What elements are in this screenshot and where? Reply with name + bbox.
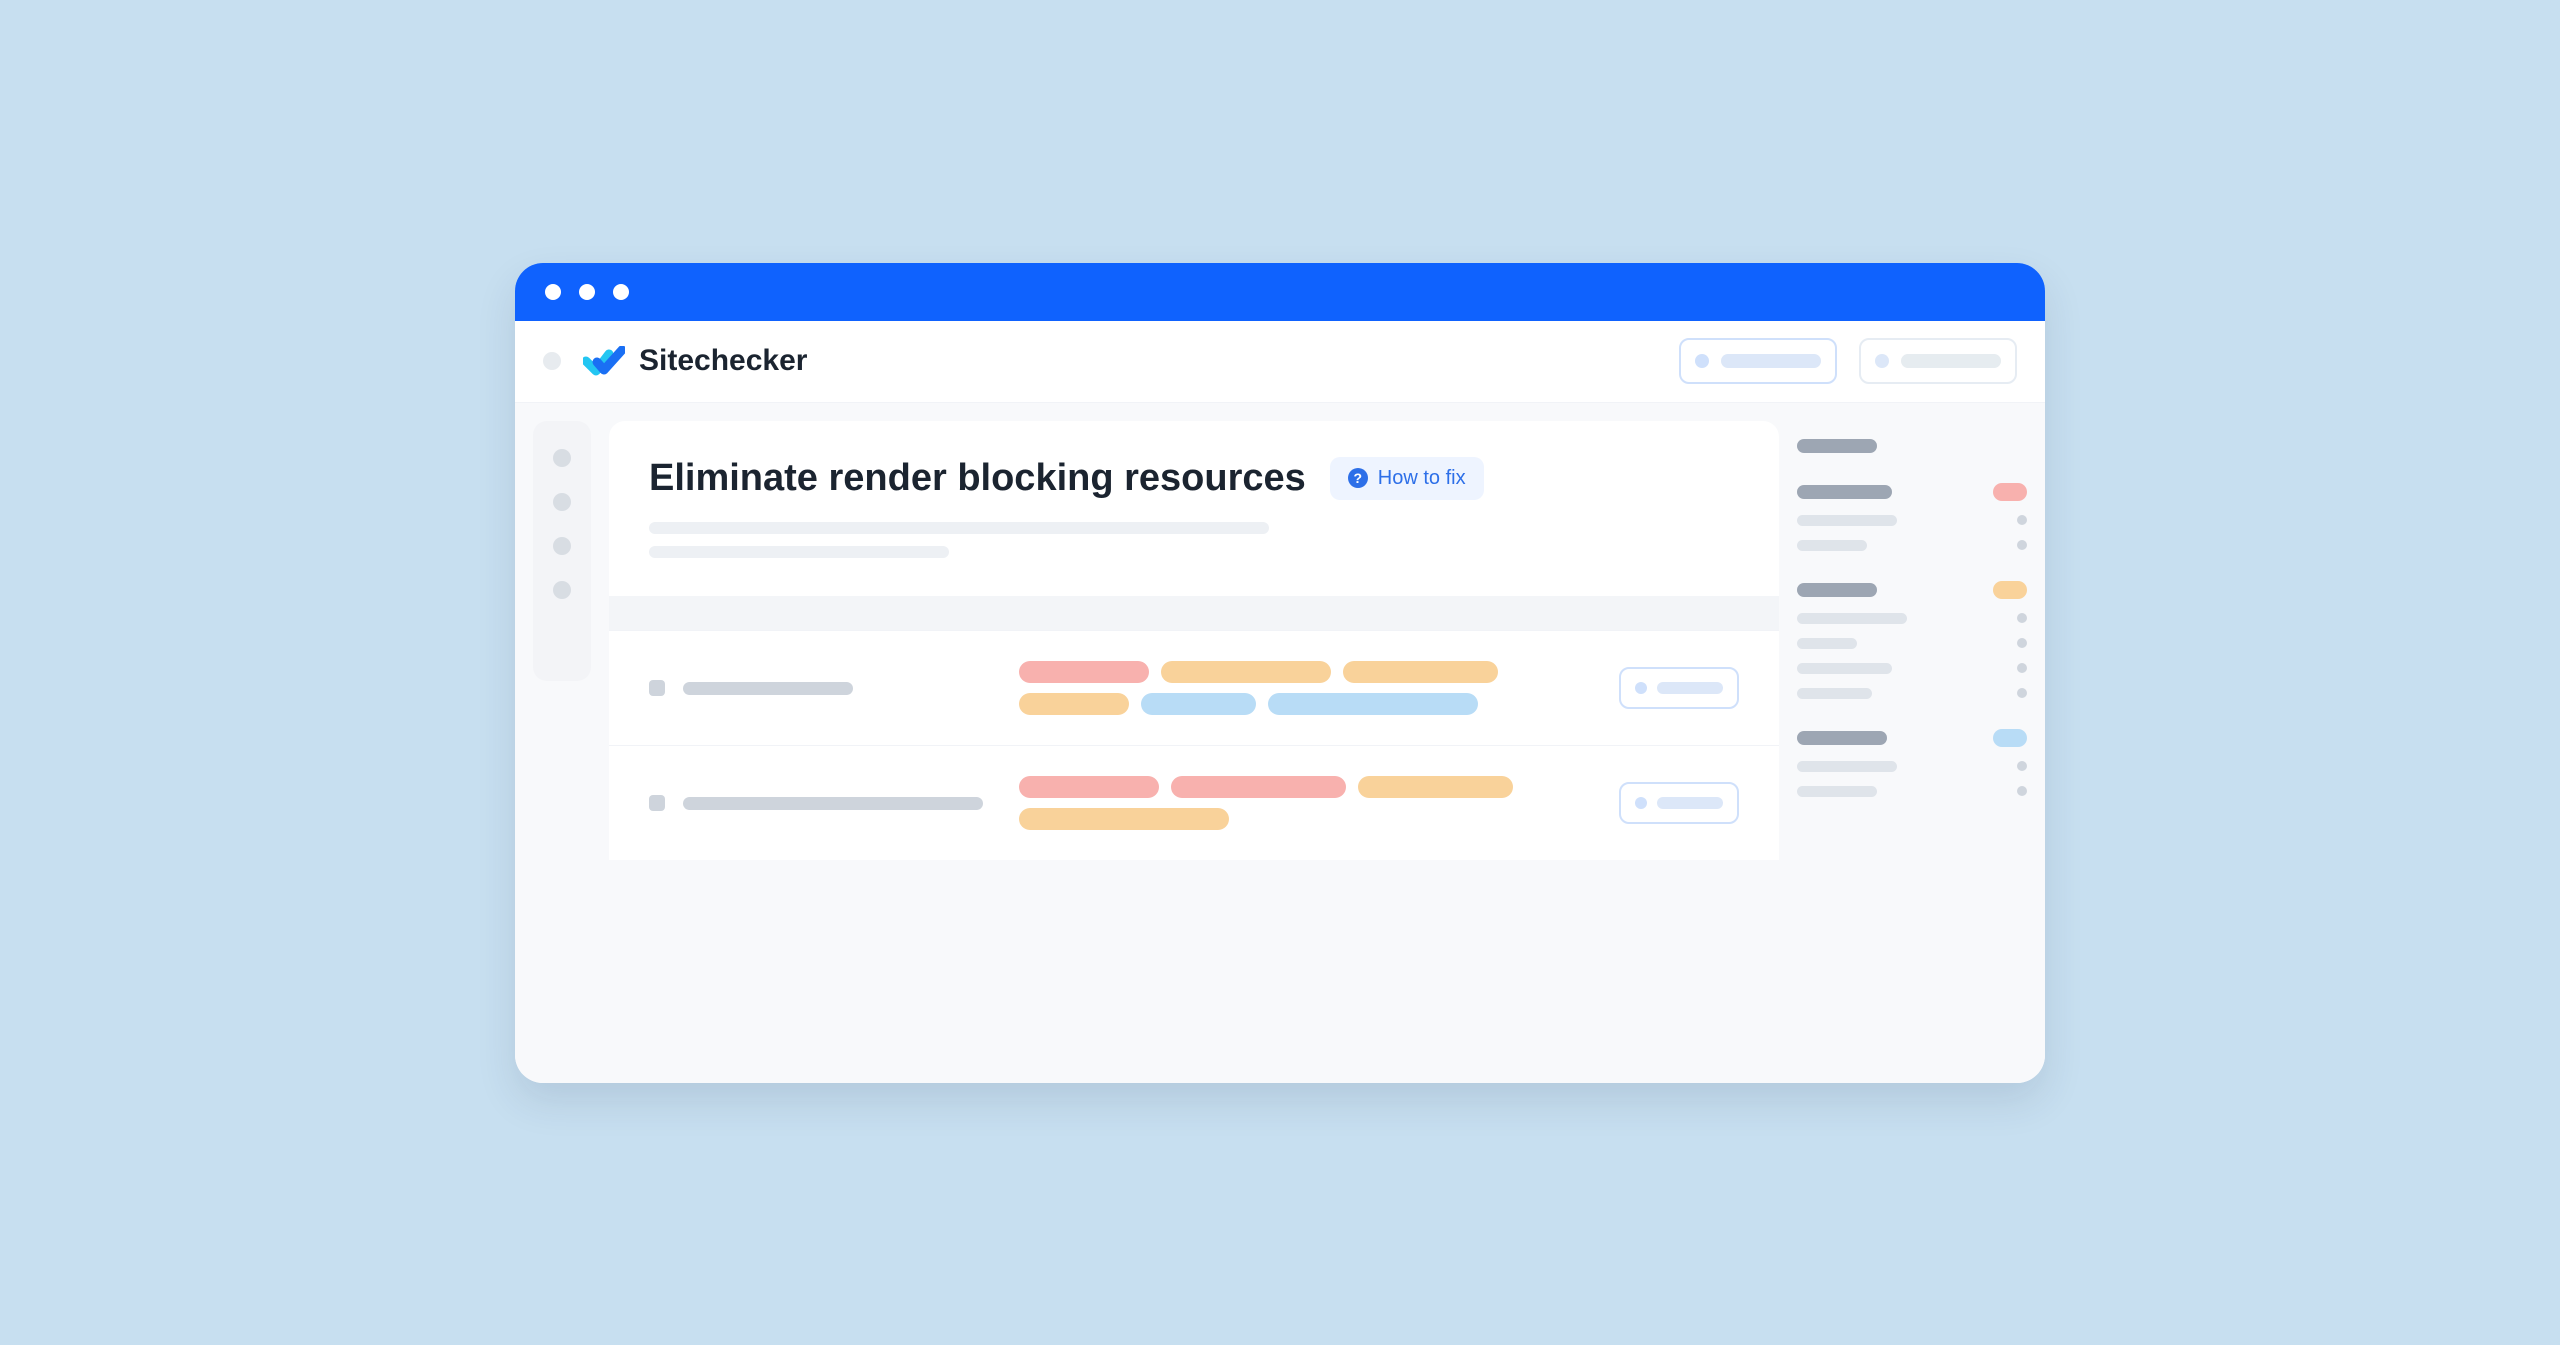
tag [1171,776,1346,798]
bullet-icon [649,795,665,811]
sidebar-item[interactable] [1797,761,2027,772]
row-action-button[interactable] [1619,782,1739,824]
left-nav-rail [533,421,591,681]
tag [1019,808,1229,830]
how-to-fix-label: How to fix [1378,467,1466,490]
toolbar-action-primary[interactable] [1679,338,1837,384]
resource-row [609,630,1779,745]
resource-row [609,745,1779,860]
sidebar-heading [1797,439,1877,453]
resource-tags [1019,661,1589,715]
nav-item[interactable] [553,449,571,467]
placeholder-icon [1635,682,1647,694]
status-pill-red [1993,483,2027,501]
placeholder-bar [683,797,983,810]
sidebar-group [1797,439,2027,453]
tag [1141,693,1256,715]
tag [1358,776,1513,798]
tag [1019,693,1129,715]
app-window: Sitechecker Eliminate render blocking re… [515,263,2045,1083]
sidebar-item[interactable] [1797,688,2027,699]
placeholder-bar [683,682,853,695]
resource-tags [1019,776,1589,830]
status-pill-blue [1993,729,2027,747]
window-titlebar [515,263,2045,321]
app-logo[interactable]: Sitechecker [583,344,807,378]
section-divider [609,596,1779,630]
toolbar-action-secondary[interactable] [1859,338,2017,384]
sidebar-heading [1797,731,1887,745]
placeholder-bar [1901,354,2001,368]
sidebar-group [1797,729,2027,797]
bullet-icon [649,680,665,696]
nav-item[interactable] [553,537,571,555]
placeholder-bar [1721,354,1821,368]
placeholder-icon [1635,797,1647,809]
help-icon: ? [1348,468,1368,488]
issue-card: Eliminate render blocking resources ? Ho… [609,421,1779,597]
app-toolbar: Sitechecker [515,321,2045,403]
resource-label [649,680,989,696]
tag [1268,693,1478,715]
tag [1019,776,1159,798]
sidebar-item[interactable] [1797,663,2027,674]
sidebar-group [1797,581,2027,699]
main-content: Eliminate render blocking resources ? Ho… [609,421,1779,1083]
sidebar-item[interactable] [1797,786,2027,797]
window-control-dot[interactable] [613,284,629,300]
window-control-dot[interactable] [579,284,595,300]
window-control-dot[interactable] [545,284,561,300]
resource-label [649,795,989,811]
placeholder-bar [1657,797,1723,809]
sidebar-heading [1797,583,1877,597]
tag [1161,661,1331,683]
tag [1019,661,1149,683]
nav-item[interactable] [553,493,571,511]
app-body: Eliminate render blocking resources ? Ho… [515,403,2045,1083]
tag [1343,661,1498,683]
sidebar-item[interactable] [1797,613,2027,624]
status-pill-orange [1993,581,2027,599]
how-to-fix-button[interactable]: ? How to fix [1330,457,1484,500]
placeholder-bar [1657,682,1723,694]
sidebar-group [1797,483,2027,551]
app-name: Sitechecker [639,344,807,378]
placeholder-icon [1695,354,1709,368]
description-placeholder [649,522,1739,558]
sidebar-item[interactable] [1797,515,2027,526]
sidebar-item[interactable] [1797,540,2027,551]
sidebar-item[interactable] [1797,638,2027,649]
placeholder-icon [1875,354,1889,368]
row-action-button[interactable] [1619,667,1739,709]
nav-item[interactable] [553,581,571,599]
toolbar-menu-dot[interactable] [543,352,561,370]
right-sidebar [1797,421,2027,1083]
issue-title: Eliminate render blocking resources [649,457,1306,501]
logo-check-icon [583,346,625,376]
sidebar-heading [1797,485,1892,499]
